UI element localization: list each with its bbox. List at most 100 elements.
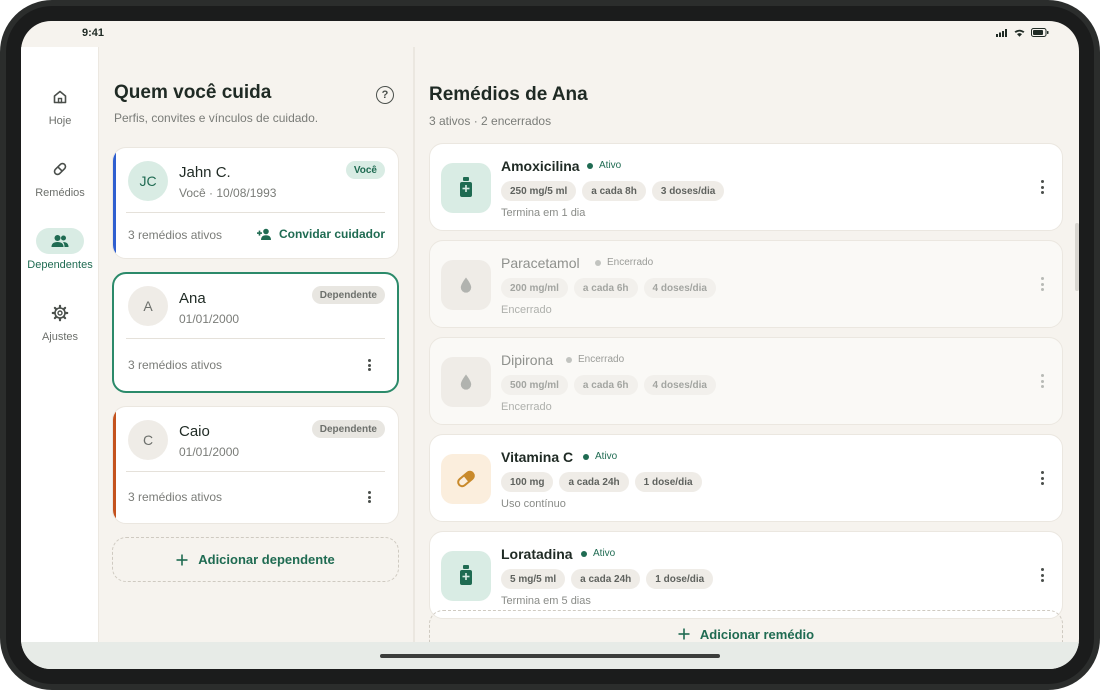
capsule-icon	[457, 470, 475, 488]
med-name: Paracetamol	[501, 255, 580, 271]
nav-label: Hoje	[48, 115, 72, 127]
med-note: Encerrado	[501, 401, 552, 413]
person-add-icon	[256, 228, 271, 240]
med-note: Encerrado	[501, 304, 552, 316]
med-card[interactable]: Amoxicilina Ativo 250 mg/5 ml a cada 8h …	[429, 143, 1063, 231]
card-divider	[126, 338, 385, 339]
med-name: Vitamina C	[501, 449, 574, 465]
sidebar-nav: Hoje Remédios Dependentes Ajustes	[21, 47, 99, 642]
battery-icon	[1031, 28, 1049, 37]
med-chips: 5 mg/5 ml a cada 24h 1 dose/dia	[501, 569, 714, 589]
med-chips: 200 mg/ml a cada 6h 4 doses/dia	[501, 278, 716, 298]
nav-label: Dependentes	[27, 259, 93, 271]
avatar: A	[128, 286, 168, 326]
add-dependent-button[interactable]: Adicionar dependente	[112, 537, 399, 582]
card-accent	[113, 407, 116, 523]
status-icons	[996, 28, 1049, 37]
status-time: 9:41	[82, 27, 105, 39]
avatar: JC	[128, 161, 168, 201]
med-icon-badge	[441, 163, 491, 213]
active-count: 3 remédios ativos	[128, 228, 223, 242]
med-icon-badge	[441, 260, 491, 310]
home-bar-area	[21, 642, 1079, 669]
dependents-panel: Quem você cuida Perfis, convites e víncu…	[99, 47, 415, 642]
add-medication-label: Adicionar remédio	[699, 627, 815, 642]
med-name: Amoxicilina	[501, 158, 580, 174]
person-meta: Você · 10/08/1993	[179, 186, 277, 200]
interval-chip: a cada 6h	[573, 375, 638, 395]
help-button[interactable]: ?	[376, 86, 394, 104]
med-card[interactable]: Paracetamol Encerrado 200 mg/ml a cada 6…	[429, 240, 1063, 328]
role-badge: Dependente	[311, 286, 385, 304]
med-more-button[interactable]	[1037, 567, 1047, 583]
add-medication-button[interactable]: Adicionar remédio	[429, 610, 1063, 642]
frequency-chip: 4 doses/dia	[643, 278, 716, 298]
signal-icon	[996, 28, 1007, 37]
person-meta: 01/01/2000	[179, 312, 240, 326]
invite-caregiver-button[interactable]: Convidar cuidador	[256, 227, 385, 241]
med-chips: 100 mg a cada 24h 1 dose/dia	[501, 472, 702, 492]
med-more-button[interactable]	[1037, 373, 1047, 389]
person-name: Jahn C.	[179, 164, 231, 181]
med-name: Dipirona	[501, 352, 554, 368]
interval-chip: a cada 6h	[573, 278, 638, 298]
nav-item-ajustes[interactable]: Ajustes	[21, 300, 99, 343]
med-more-button[interactable]	[1037, 276, 1047, 292]
role-badge: Dependente	[311, 420, 385, 438]
med-card[interactable]: Vitamina C Ativo 100 mg a cada 24h 1 dos…	[429, 434, 1063, 522]
interval-chip: a cada 24h	[571, 569, 641, 589]
nav-item-hoje[interactable]: Hoje	[21, 84, 99, 127]
scrollbar[interactable]	[1075, 223, 1079, 291]
people-icon	[51, 235, 69, 247]
avatar: C	[128, 420, 168, 460]
frequency-chip: 1 dose/dia	[646, 569, 714, 589]
page-title: Quem você cuida	[114, 82, 272, 103]
invite-caregiver-label: Convidar cuidador	[278, 227, 385, 241]
drop-icon	[460, 277, 472, 293]
med-status: Ativo	[583, 451, 617, 462]
person-card-ana[interactable]: A Ana 01/01/2000 Dependente 3 remédios a…	[112, 272, 399, 393]
med-more-button[interactable]	[1037, 179, 1047, 195]
home-indicator[interactable]	[380, 654, 720, 658]
nav-item-dependentes[interactable]: Dependentes	[21, 228, 99, 271]
dose-chip: 200 mg/ml	[501, 278, 568, 298]
med-note: Termina em 5 dias	[501, 595, 591, 607]
medications-title: Remédios de Ana	[429, 84, 588, 105]
add-dependent-label: Adicionar dependente	[198, 552, 335, 567]
bottle-icon	[460, 177, 472, 197]
medications-panel: Remédios de Ana 3 ativos · 2 encerrados …	[415, 47, 1079, 642]
active-count: 3 remédios ativos	[128, 490, 223, 504]
frequency-chip: 4 doses/dia	[643, 375, 716, 395]
med-status: Encerrado	[566, 354, 624, 365]
drop-icon	[460, 374, 472, 390]
nav-label: Ajustes	[41, 331, 79, 343]
dose-chip: 100 mg	[501, 472, 554, 492]
med-card[interactable]: Loratadina Ativo 5 mg/5 ml a cada 24h 1 …	[429, 531, 1063, 619]
nav-label: Remédios	[35, 187, 85, 199]
page-subtitle: Perfis, convites e vínculos de cuidado.	[114, 111, 319, 125]
med-card[interactable]: Dipirona Encerrado 500 mg/ml a cada 6h 4…	[429, 337, 1063, 425]
med-note: Termina em 1 dia	[501, 207, 586, 219]
bottle-icon	[460, 565, 472, 585]
dose-chip: 500 mg/ml	[501, 375, 568, 395]
dose-chip: 250 mg/5 ml	[501, 181, 577, 201]
med-name: Loratadina	[501, 546, 573, 562]
med-status: Encerrado	[595, 257, 653, 268]
medications-summary: 3 ativos · 2 encerrados	[429, 114, 552, 128]
plus-icon	[176, 554, 188, 565]
person-meta: 01/01/2000	[179, 445, 240, 459]
med-more-button[interactable]	[1037, 470, 1047, 486]
person-more-button[interactable]	[362, 489, 376, 505]
nav-item-remedios[interactable]: Remédios	[21, 156, 99, 199]
person-card-caio[interactable]: C Caio 01/01/2000 Dependente 3 remédios …	[112, 406, 399, 524]
person-card-jahn[interactable]: JC Jahn C. Você · 10/08/1993 Você 3 remé…	[112, 147, 399, 259]
med-icon-badge	[441, 454, 491, 504]
pill-icon	[53, 162, 67, 176]
app-screen: 9:41 Hoje Remédios Dependentes Ajustes Q…	[21, 21, 1079, 669]
person-more-button[interactable]	[362, 357, 376, 373]
med-status: Ativo	[587, 160, 621, 171]
status-bar: 9:41	[21, 21, 1079, 47]
active-count: 3 remédios ativos	[128, 358, 223, 372]
interval-chip: a cada 24h	[559, 472, 629, 492]
person-name: Caio	[179, 423, 210, 440]
